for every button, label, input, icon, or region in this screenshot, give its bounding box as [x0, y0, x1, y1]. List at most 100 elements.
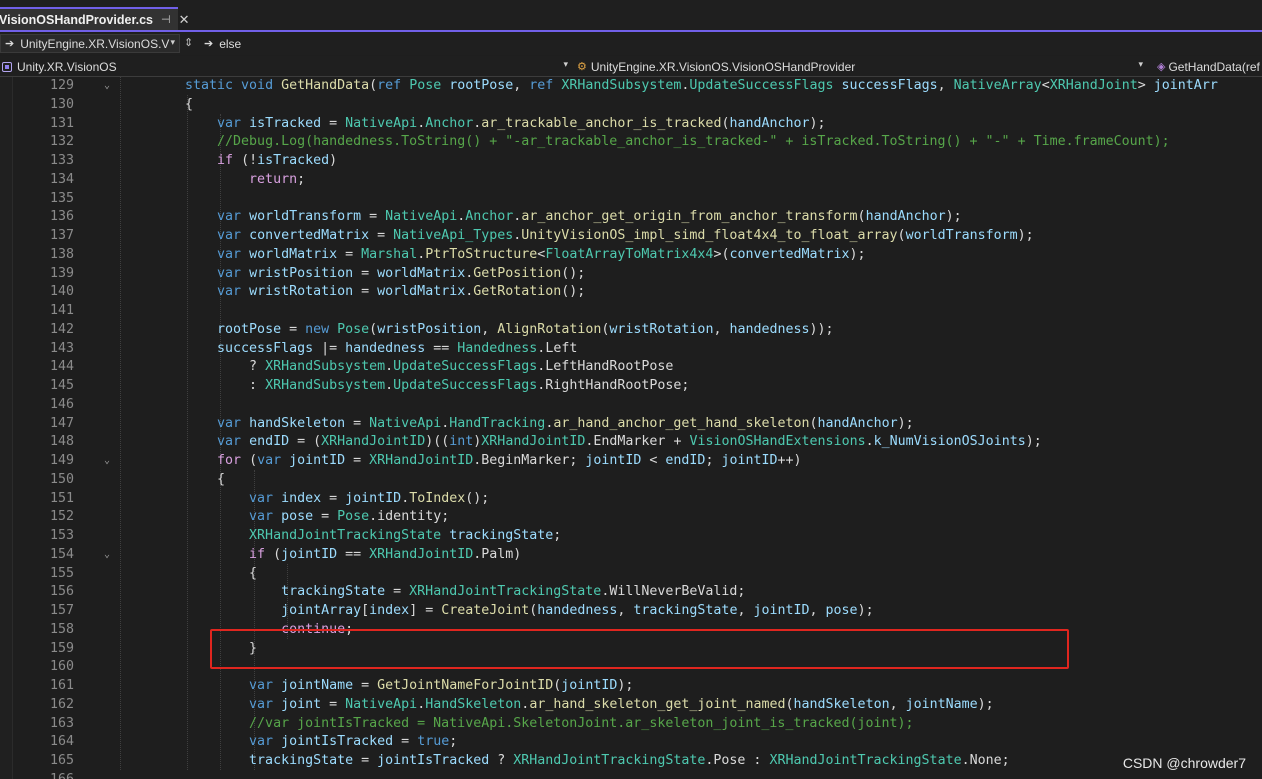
line-number: 141: [49, 303, 74, 318]
code-line[interactable]: 163 //var jointIsTracked = NativeApi.Ske…: [0, 714, 1262, 733]
code-token: k_NumVisionOSJoints: [873, 434, 1026, 450]
code-line[interactable]: 151 var index = jointID.ToIndex();: [0, 489, 1262, 508]
code-text: var jointIsTracked = true;: [185, 732, 457, 751]
code-line[interactable]: 143 successFlags |= handedness == Handed…: [0, 339, 1262, 358]
code-token: =: [369, 209, 386, 225]
code-line[interactable]: 134 return;: [0, 170, 1262, 189]
code-text: successFlags |= handedness == Handedness…: [185, 339, 577, 358]
code-token: var: [249, 696, 282, 712]
close-icon[interactable]: ✕: [179, 12, 190, 28]
chevron-down-icon: ▾: [1138, 59, 1143, 69]
navigation-bar: Unity.XR.VisionOS ▾ ⚙ UnityEngine.XR.Vis…: [0, 56, 1262, 77]
code-line[interactable]: 135: [0, 189, 1262, 208]
code-line[interactable]: 165 trackingState = jointIsTracked ? XRH…: [0, 751, 1262, 770]
code-line[interactable]: 138 var worldMatrix = Marshal.PtrToStruc…: [0, 245, 1262, 264]
code-token: =: [377, 228, 394, 243]
code-line[interactable]: 162 var joint = NativeApi.HandSkeleton.a…: [0, 695, 1262, 714]
code-line[interactable]: 142 rootPose = new Pose(wristPosition, A…: [0, 320, 1262, 339]
code-editor[interactable]: 129 ⌄ static void GetHandData(ref Pose roo…: [0, 77, 1262, 779]
code-line[interactable]: 152 var pose = Pose.identity;: [0, 507, 1262, 526]
code-line[interactable]: 130 {: [0, 95, 1262, 114]
code-line[interactable]: 141: [0, 301, 1262, 320]
code-token: >: [1137, 78, 1154, 93]
line-number: 145: [49, 378, 74, 393]
fold-chevron-icon[interactable]: ⌄: [104, 451, 110, 470]
line-number: 132: [49, 134, 74, 150]
code-token: UpdateSuccessFlags: [393, 378, 538, 393]
code-token: Pose: [337, 509, 370, 525]
pin-icon[interactable]: ⊣: [161, 13, 171, 26]
code-line[interactable]: 139 var wristPosition = worldMatrix.GetP…: [0, 264, 1262, 283]
fold-chevron-icon[interactable]: ⌄: [104, 77, 110, 95]
code-line[interactable]: 156 trackingState = XRHandJointTrackingS…: [0, 582, 1262, 601]
code-line[interactable]: 154 ⌄ if (jointID == XRHandJointID.Palm): [0, 545, 1262, 564]
code-token: NativeApi_Types: [393, 228, 514, 243]
code-token: XRHandJointTrackingState: [513, 753, 706, 768]
code-token: jointID: [561, 678, 618, 693]
line-number: 164: [49, 734, 74, 750]
code-line[interactable]: 164 var jointIsTracked = true;: [0, 732, 1262, 751]
code-token: handedness: [345, 340, 434, 356]
code-line[interactable]: 129 ⌄ static void GetHandData(ref Pose roo…: [0, 77, 1262, 95]
code-line[interactable]: 150 {: [0, 470, 1262, 489]
line-number: 150: [49, 471, 74, 487]
code-text: if (!isTracked): [185, 151, 337, 170]
method-dropdown[interactable]: ◈ GetHandData(ref: [1155, 57, 1262, 76]
code-token: GetPosition: [473, 265, 562, 281]
code-text: if (jointID == XRHandJointID.Palm): [185, 545, 521, 564]
code-token: .: [369, 509, 378, 525]
code-line[interactable]: 145 : XRHandSubsystem.UpdateSuccessFlags…: [0, 376, 1262, 395]
code-token: if: [217, 153, 242, 168]
code-line[interactable]: 131 var isTracked = NativeApi.Anchor.ar_…: [0, 114, 1262, 133]
code-token: NativeApi: [385, 209, 458, 225]
code-line[interactable]: 161 var jointName = GetJointNameForJoint…: [0, 676, 1262, 695]
code-token: =: [361, 265, 378, 281]
code-line[interactable]: 137 var convertedMatrix = NativeApi_Type…: [0, 226, 1262, 245]
code-text: return;: [185, 170, 305, 189]
code-line[interactable]: 136 var worldTransform = NativeApi.Ancho…: [0, 207, 1262, 226]
member-dropdown[interactable]: ➔ else: [200, 34, 400, 53]
code-line[interactable]: 157 jointArray[index] = CreateJoint(hand…: [0, 601, 1262, 620]
code-token: var: [217, 415, 250, 431]
code-text: var jointName = GetJointNameForJointID(j…: [185, 676, 633, 695]
code-token: ;: [297, 171, 306, 187]
code-line[interactable]: 166: [0, 770, 1262, 779]
code-line[interactable]: 133 if (!isTracked): [0, 151, 1262, 170]
code-line[interactable]: 132 //Debug.Log(handedness.ToString() + …: [0, 132, 1262, 151]
code-line[interactable]: 149 ⌄ for (var jointID = XRHandJointID.Be…: [0, 451, 1262, 470]
code-line[interactable]: 146: [0, 395, 1262, 414]
code-line[interactable]: 147 var handSkeleton = NativeApi.HandTra…: [0, 414, 1262, 433]
code-token: :: [185, 378, 266, 393]
code-line[interactable]: 144 ? XRHandSubsystem.UpdateSuccessFlags…: [0, 357, 1262, 376]
code-token: );: [1017, 228, 1034, 243]
code-line[interactable]: 155 {: [0, 564, 1262, 583]
code-token: ref: [377, 78, 410, 93]
code-token: ));: [809, 321, 834, 337]
code-token: isTracked: [249, 115, 330, 131]
code-token: index: [281, 490, 330, 506]
fold-chevron-icon[interactable]: ⌄: [104, 545, 110, 564]
code-token: XRHandSubsystem: [265, 359, 386, 375]
dropdown-spinner-icon[interactable]: ⇕: [184, 36, 193, 49]
code-line[interactable]: 148 var endID = (XRHandJointID)((int)XRH…: [0, 432, 1262, 451]
code-token: convertedMatrix: [729, 246, 850, 262]
scope-dropdown[interactable]: ➔ UnityEngine.XR.VisionOS.V ▾: [0, 34, 180, 53]
code-token: successFlags: [217, 340, 322, 356]
type-dropdown[interactable]: ⚙ UnityEngine.XR.VisionOS.VisionOSHandPr…: [575, 57, 1147, 76]
code-line[interactable]: 153 XRHandJointTrackingState trackingSta…: [0, 526, 1262, 545]
project-dropdown[interactable]: Unity.XR.VisionOS ▾: [0, 57, 572, 76]
code-token: XRHandJointID: [369, 546, 474, 562]
code-line[interactable]: 140 var wristRotation = worldMatrix.GetR…: [0, 282, 1262, 301]
code-text: var handSkeleton = NativeApi.HandTrackin…: [185, 414, 914, 433]
code-token: var: [217, 284, 250, 300]
code-text: var worldTransform = NativeApi.Anchor.ar…: [185, 207, 962, 226]
code-token: [: [361, 603, 370, 618]
code-text: var isTracked = NativeApi.Anchor.ar_trac…: [185, 114, 826, 133]
line-number: 135: [49, 190, 74, 206]
code-token: );: [945, 209, 962, 225]
document-tab[interactable]: VisionOSHandProvider.cs ⊣ ✕: [0, 7, 190, 30]
